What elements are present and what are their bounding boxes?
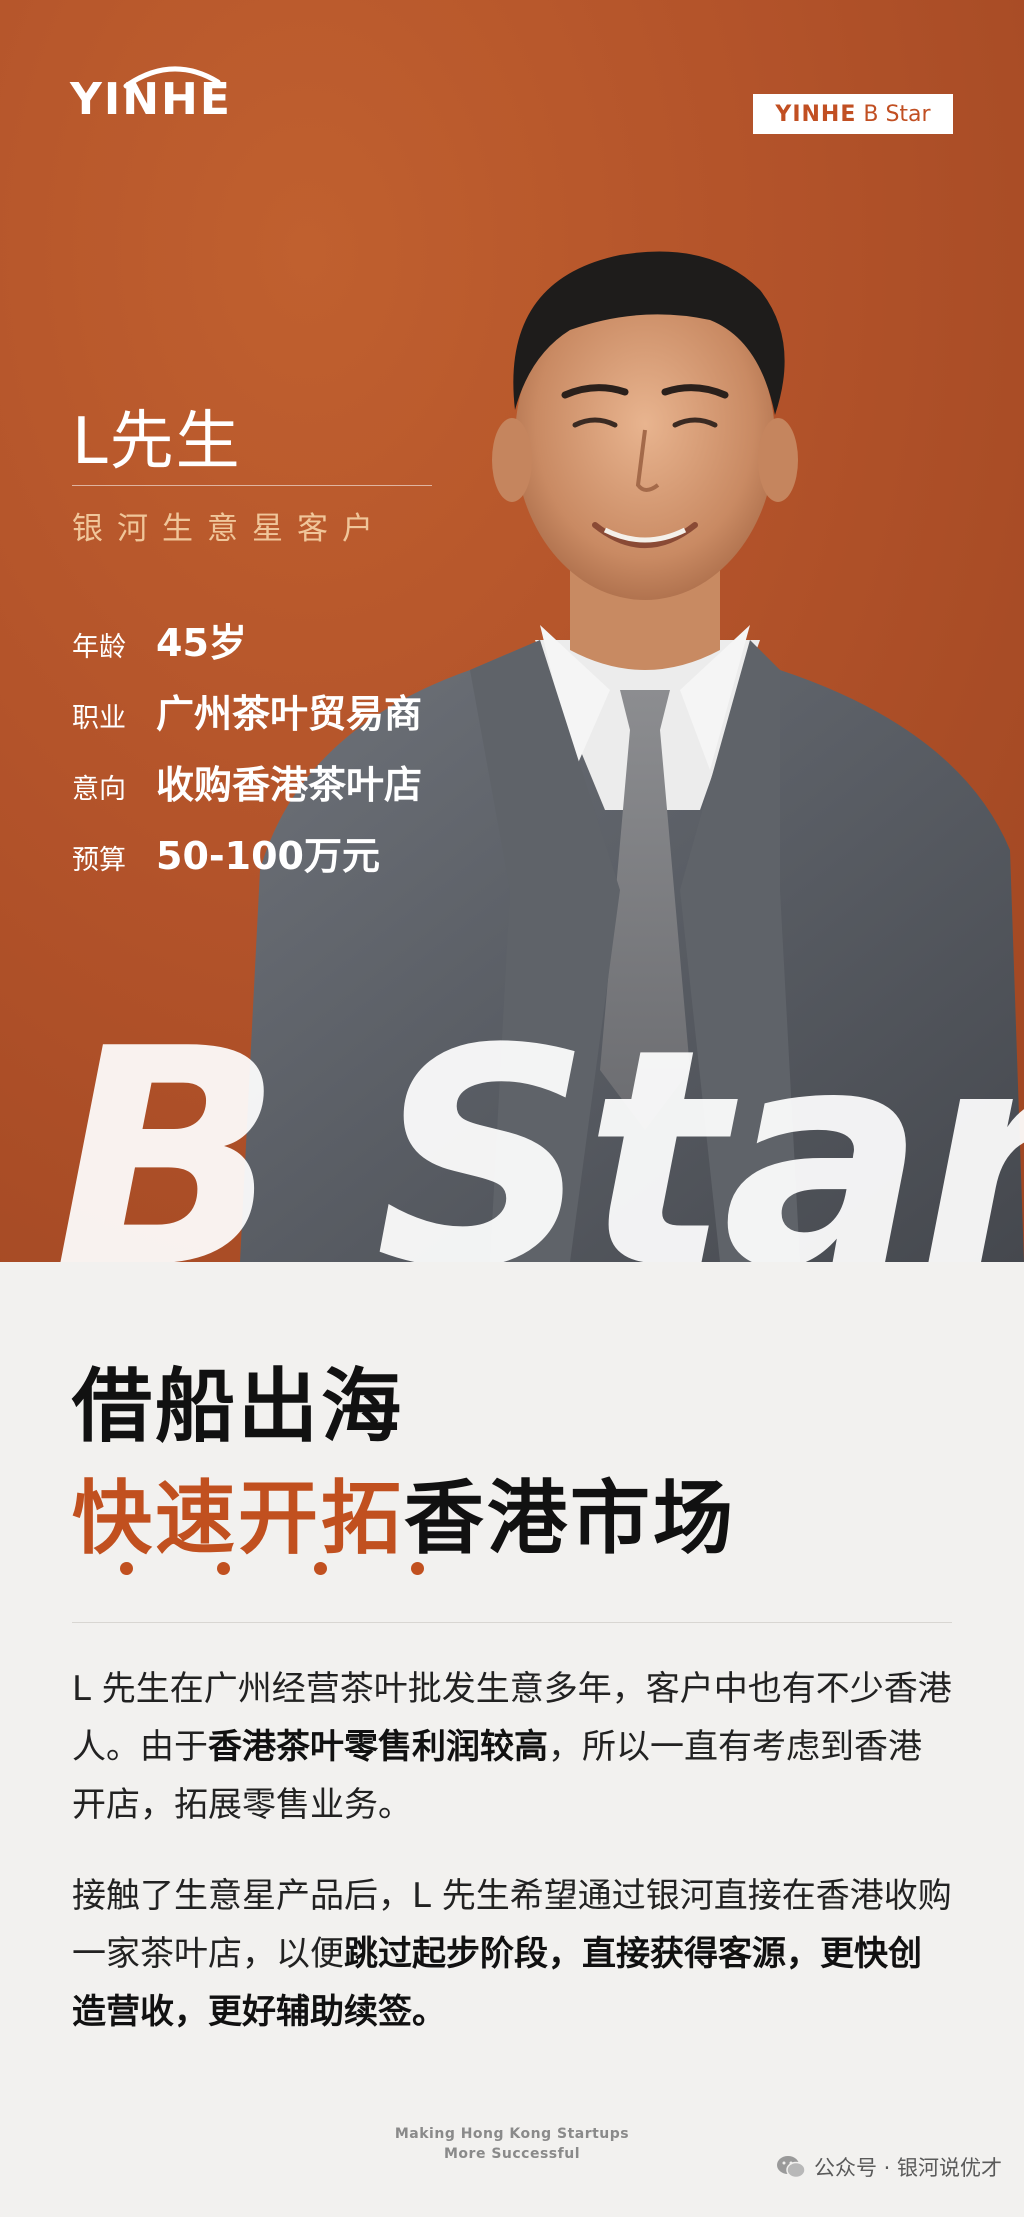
info-row-age: 年龄 45岁 [72, 612, 422, 683]
headline-highlight: 快速开拓 [72, 1472, 404, 1565]
badge-light: B Star [863, 101, 931, 127]
info-label: 年龄 [72, 632, 126, 663]
story-paragraph-1: L 先生在广州经营茶叶批发生意多年，客户中也有不少香港人。由于香港茶叶零售利润较… [72, 1660, 952, 1834]
info-label: 预算 [72, 845, 126, 876]
p1-bold: 香港茶叶零售利润较高 [208, 1727, 548, 1767]
dot [120, 1562, 133, 1575]
client-info: 年龄 45岁 职业 广州茶叶贸易商 意向 收购香港茶叶店 预算 50-100万元 [72, 612, 422, 896]
hero-section: YINHE YINHE B Star L先生 银河生意星客户 年龄 45岁 职业… [0, 0, 1024, 1262]
client-name: L先生 [72, 405, 242, 479]
info-value: 45岁 [156, 621, 247, 665]
wechat-icon [776, 2156, 806, 2179]
story-paragraph-2: 接触了生意星产品后，L 先生希望通过银河直接在香港收购一家茶叶店，以便跳过起步阶… [72, 1867, 952, 2041]
story-section: 借船出海 快速开拓香港市场 L 先生在广州经营茶叶批发生意多年，客户中也有不少香… [0, 1262, 1024, 2217]
headline-rest: 香港市场 [404, 1472, 736, 1565]
footer-line1: Making Hong Kong Startups [394, 2126, 630, 2142]
name-divider [72, 485, 432, 486]
info-value: 广州茶叶贸易商 [156, 692, 423, 736]
info-label: 职业 [72, 703, 126, 734]
badge-text: YINHE B Star [775, 102, 930, 127]
wechat-text: 公众号 · 银河说优才 [813, 2156, 1002, 2180]
bstar-watermark: B Star [54, 985, 1024, 1263]
info-row-occupation: 职业 广州茶叶贸易商 [72, 683, 422, 754]
headline-line1: 借船出海 [72, 1360, 404, 1453]
dot [411, 1562, 424, 1575]
info-value: 收购香港茶叶店 [156, 763, 423, 807]
poster: YINHE YINHE B Star L先生 银河生意星客户 年龄 45岁 职业… [0, 0, 1024, 2217]
info-value: 50-100万元 [156, 834, 380, 878]
headline-dots [120, 1562, 424, 1575]
info-row-intent: 意向 收购香港茶叶店 [72, 754, 422, 825]
info-row-budget: 预算 50-100万元 [72, 825, 422, 896]
dot [217, 1562, 230, 1575]
logo-arc-icon [123, 66, 221, 89]
bstar-badge: YINHE B Star [753, 94, 953, 134]
info-label: 意向 [72, 774, 126, 805]
badge-bold: YINHE [775, 101, 857, 127]
headline-line2: 快速开拓香港市场 [72, 1454, 736, 1570]
client-subtitle: 银河生意星客户 [72, 511, 387, 547]
yinhe-logo: YINHE [70, 66, 232, 125]
section-divider [72, 1622, 952, 1623]
wechat-account[interactable]: 公众号 · 银河说优才 [776, 2152, 1002, 2182]
dot [314, 1562, 327, 1575]
